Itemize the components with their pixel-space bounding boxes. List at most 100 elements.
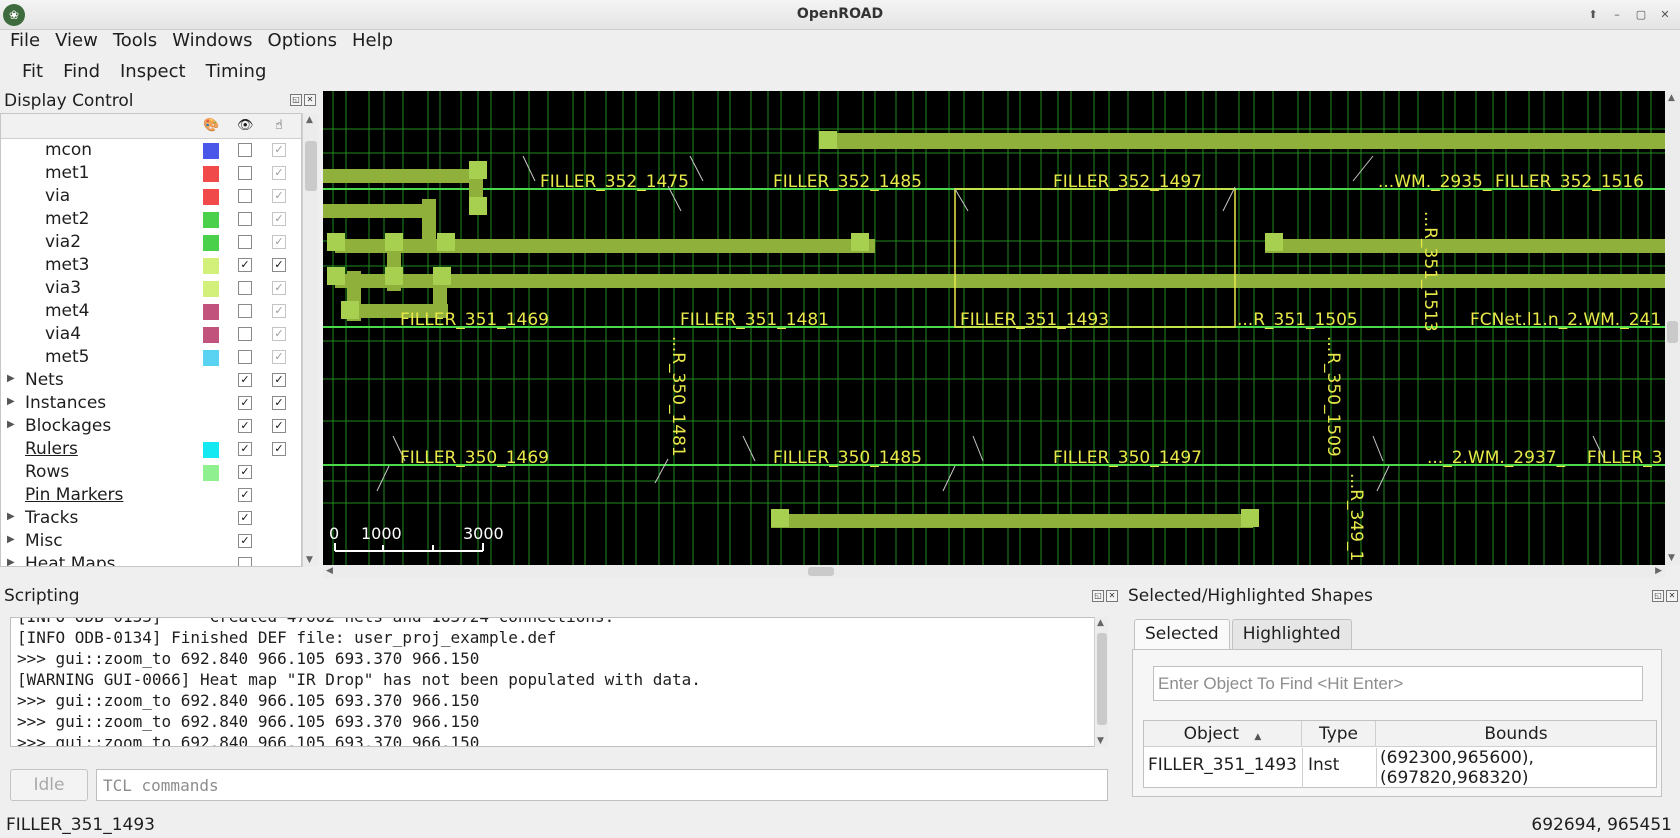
float-icon[interactable]: ◱ — [290, 94, 302, 106]
find-button[interactable]: Find — [63, 58, 100, 88]
close-icon[interactable]: ✕ — [304, 94, 316, 106]
visible-checkbox[interactable] — [238, 235, 252, 249]
fit-button[interactable]: Fit — [22, 58, 43, 88]
expand-arrow-icon[interactable]: ▶ — [7, 557, 15, 566]
group-row-rulers[interactable]: Rulers ✓ ✓ — [1, 438, 301, 461]
scroll-right-icon[interactable]: ▶ — [1655, 566, 1662, 576]
selectable-checkbox[interactable]: ✓ — [272, 373, 286, 387]
visible-checkbox[interactable]: ✓ — [238, 488, 252, 502]
menu-view[interactable]: View — [55, 28, 98, 56]
layout-viewer[interactable]: FILLER_352_1475 FILLER_352_1485 FILLER_352… — [323, 91, 1665, 565]
group-row-heat-maps[interactable]: ▶ Heat Maps — [1, 553, 301, 566]
scroll-up-icon[interactable]: ▲ — [1668, 93, 1675, 103]
visible-checkbox[interactable]: ✓ — [238, 442, 252, 456]
layer-color-swatch[interactable] — [203, 166, 219, 182]
group-row-tracks[interactable]: ▶ Tracks ✓ — [1, 507, 301, 530]
selectable-checkbox[interactable]: ✓ — [272, 166, 286, 180]
script-output-scrollbar[interactable]: ▲ ▼ — [1094, 617, 1108, 747]
layer-row-via2[interactable]: via2 ✓ — [1, 231, 301, 254]
layer-row-via4[interactable]: via4 ✓ — [1, 323, 301, 346]
display-control-scrollbar[interactable]: ▲ ▼ — [302, 113, 318, 567]
inspect-button[interactable]: Inspect — [120, 58, 186, 88]
expand-arrow-icon[interactable]: ▶ — [7, 511, 15, 522]
scroll-down-icon[interactable]: ▼ — [306, 555, 313, 565]
idle-button[interactable]: Idle — [10, 769, 88, 801]
layout-horizontal-scrollbar[interactable]: ◀ ▶ — [323, 565, 1665, 578]
expand-arrow-icon[interactable]: ▶ — [7, 373, 15, 384]
layout-canvas[interactable]: FILLER_352_1475 FILLER_352_1485 FILLER_352… — [323, 91, 1665, 565]
scroll-thumb[interactable] — [808, 567, 834, 576]
visible-checkbox[interactable]: ✓ — [238, 534, 252, 548]
visible-checkbox[interactable] — [238, 350, 252, 364]
column-header-object[interactable]: Object ▲ — [1144, 721, 1302, 747]
column-header-type[interactable]: Type — [1302, 721, 1376, 747]
selectable-checkbox[interactable]: ✓ — [272, 327, 286, 341]
group-color-swatch[interactable] — [203, 442, 219, 458]
menu-options[interactable]: Options — [268, 28, 337, 56]
group-row-pin-markers[interactable]: Pin Markers ✓ — [1, 484, 301, 507]
selectable-checkbox[interactable]: ✓ — [272, 350, 286, 364]
selectable-checkbox[interactable]: ✓ — [272, 143, 286, 157]
selectable-checkbox[interactable]: ✓ — [272, 419, 286, 433]
selectable-checkbox[interactable]: ✓ — [272, 281, 286, 295]
layer-color-swatch[interactable] — [203, 235, 219, 251]
float-icon[interactable]: ◱ — [1652, 590, 1664, 602]
group-row-instances[interactable]: ▶ Instances ✓ ✓ — [1, 392, 301, 415]
layer-color-swatch[interactable] — [203, 350, 219, 366]
layer-row-met2[interactable]: met2 ✓ — [1, 208, 301, 231]
minimize-icon[interactable]: – — [1608, 6, 1626, 24]
tab-selected[interactable]: Selected — [1134, 619, 1230, 649]
scroll-thumb[interactable] — [1097, 633, 1107, 725]
layer-color-swatch[interactable] — [203, 327, 219, 343]
visible-checkbox[interactable] — [238, 166, 252, 180]
float-icon[interactable]: ◱ — [1092, 590, 1104, 602]
layer-row-met1[interactable]: met1 ✓ — [1, 162, 301, 185]
visible-checkbox[interactable] — [238, 557, 252, 566]
layer-color-swatch[interactable] — [203, 304, 219, 320]
layer-row-via[interactable]: via ✓ — [1, 185, 301, 208]
layer-color-swatch[interactable] — [203, 258, 219, 274]
layer-color-swatch[interactable] — [203, 143, 219, 159]
visible-checkbox[interactable]: ✓ — [238, 396, 252, 410]
close-icon[interactable]: ✕ — [1666, 590, 1678, 602]
visible-checkbox[interactable] — [238, 143, 252, 157]
scroll-down-icon[interactable]: ▼ — [1668, 553, 1675, 563]
layer-color-swatch[interactable] — [203, 189, 219, 205]
layer-row-via3[interactable]: via3 ✓ — [1, 277, 301, 300]
expand-arrow-icon[interactable]: ▶ — [7, 396, 15, 407]
visible-checkbox[interactable]: ✓ — [238, 465, 252, 479]
window-up-icon[interactable]: ⬆ — [1584, 6, 1602, 24]
selectable-checkbox[interactable]: ✓ — [272, 189, 286, 203]
layer-row-mcon[interactable]: mcon ✓ — [1, 139, 301, 162]
selectable-checkbox[interactable]: ✓ — [272, 258, 286, 272]
column-header-bounds[interactable]: Bounds — [1376, 721, 1656, 747]
scroll-up-icon[interactable]: ▲ — [306, 115, 313, 125]
visible-checkbox[interactable]: ✓ — [238, 511, 252, 525]
visible-checkbox[interactable]: ✓ — [238, 419, 252, 433]
scroll-thumb[interactable] — [1667, 321, 1678, 343]
group-row-misc[interactable]: ▶ Misc ✓ — [1, 530, 301, 553]
layer-row-met5[interactable]: met5 ✓ — [1, 346, 301, 369]
script-output[interactable]: [INFO ODB-0133] Created 47662 nets and 1… — [10, 617, 1106, 747]
group-row-blockages[interactable]: ▶ Blockages ✓ ✓ — [1, 415, 301, 438]
selectable-checkbox[interactable]: ✓ — [272, 442, 286, 456]
visible-checkbox[interactable] — [238, 304, 252, 318]
layer-color-swatch[interactable] — [203, 212, 219, 228]
scroll-thumb[interactable] — [305, 141, 317, 191]
menu-file[interactable]: File — [10, 28, 40, 56]
tab-highlighted[interactable]: Highlighted — [1231, 619, 1352, 649]
timing-button[interactable]: Timing — [206, 58, 267, 88]
close-icon[interactable]: ✕ — [1656, 6, 1674, 24]
layer-color-swatch[interactable] — [203, 281, 219, 297]
scroll-down-icon[interactable]: ▼ — [1097, 736, 1104, 746]
menu-tools[interactable]: Tools — [113, 28, 157, 56]
group-color-swatch[interactable] — [203, 465, 219, 481]
selectable-checkbox[interactable]: ✓ — [272, 212, 286, 226]
visible-checkbox[interactable] — [238, 212, 252, 226]
visible-checkbox[interactable] — [238, 281, 252, 295]
group-row-rows[interactable]: Rows ✓ — [1, 461, 301, 484]
visible-checkbox[interactable]: ✓ — [238, 258, 252, 272]
visible-checkbox[interactable]: ✓ — [238, 373, 252, 387]
scroll-up-icon[interactable]: ▲ — [1097, 618, 1104, 628]
expand-arrow-icon[interactable]: ▶ — [7, 419, 15, 430]
